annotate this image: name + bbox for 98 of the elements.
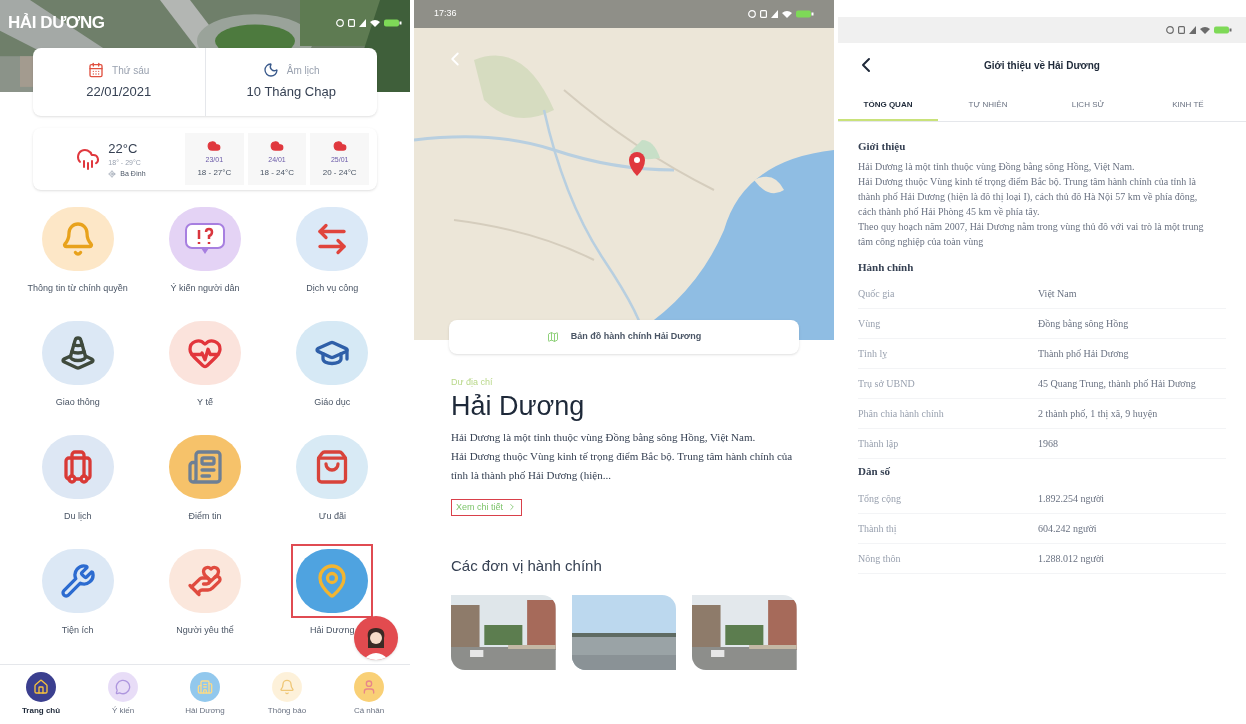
- signal-icon: [771, 10, 778, 18]
- service-label: Hải Dương: [309, 624, 356, 636]
- battery-icon: [1214, 26, 1232, 34]
- service-label: Du lịch: [62, 510, 93, 522]
- service-label: Giao thông: [54, 396, 101, 408]
- service-tile[interactable]: Hải Dương: [268, 544, 396, 644]
- tab[interactable]: TỰ NHIÊN: [938, 91, 1038, 121]
- home-icon: [33, 679, 49, 695]
- logo: HẢI DƯƠNG: [8, 12, 105, 34]
- page-title: Giới thiệu về Hải Dương: [983, 58, 1101, 73]
- battery-icon: [384, 18, 402, 27]
- wifi-icon: [1200, 26, 1210, 34]
- nav-tab[interactable]: Thông báo: [252, 672, 322, 717]
- status-time: 17:36: [434, 7, 457, 21]
- section-heading: Dân số: [858, 464, 892, 479]
- row-value: 1.892.254 người: [1038, 491, 1105, 505]
- nav-tab[interactable]: Hải Dương: [170, 672, 240, 717]
- nav-tab[interactable]: Trang chủ: [6, 672, 76, 717]
- date: 22/01/2021: [86, 83, 152, 102]
- service-tile[interactable]: Giáo dục: [268, 316, 396, 416]
- moon-icon: [262, 62, 279, 79]
- lunar-label: Âm lịch: [286, 63, 320, 78]
- service-label: Giáo dục: [313, 396, 352, 408]
- tab[interactable]: TỔNG QUAN: [838, 91, 938, 121]
- service-tile[interactable]: Dịch vụ công: [268, 202, 396, 302]
- wifi-icon: [370, 18, 380, 27]
- service-tile[interactable]: Điểm tin: [141, 430, 269, 530]
- calendar-icon: [88, 62, 105, 79]
- rain-cloud-icon: [76, 147, 101, 171]
- row-value: Đồng bằng sông Hồng: [1038, 317, 1130, 330]
- service-label: Dịch vụ công: [305, 282, 360, 294]
- speech-bubble-icon: [185, 223, 225, 255]
- section-title: Các đơn vị hành chính: [451, 555, 603, 576]
- row-label: Tổng cộng: [858, 491, 903, 505]
- cloud-icon: [270, 138, 284, 153]
- service-tile[interactable]: Du lịch: [14, 430, 142, 530]
- cloud-icon: [332, 138, 347, 153]
- row-label: Nông thôn: [858, 551, 902, 565]
- speech-bubble-icon: [115, 679, 131, 695]
- service-tile[interactable]: Thông tin từ chính quyền: [14, 202, 142, 302]
- section-heading: Hành chính: [858, 259, 915, 275]
- user-icon: [361, 679, 377, 695]
- service-tile[interactable]: Tiện ích: [14, 544, 142, 644]
- service-label: Y tế: [196, 396, 214, 408]
- map-button[interactable]: Bản đồ hành chính Hải Dương: [449, 320, 799, 354]
- forecast-range: 18 - 27°C: [197, 167, 232, 180]
- weekday: Thứ sáu: [112, 63, 150, 78]
- hand-heart-icon: [187, 563, 223, 599]
- service-label: Điểm tin: [187, 510, 223, 522]
- row-value: Thành phố Hải Dương: [1038, 347, 1130, 360]
- signal-icon: [1189, 26, 1196, 34]
- row-value: 1.288.012 người: [1038, 551, 1105, 565]
- bell-icon: [279, 679, 295, 695]
- newspaper-icon: [187, 449, 223, 485]
- service-label: Người yêu thể: [175, 624, 235, 636]
- row-value: 604.242 người: [1038, 521, 1098, 535]
- service-label: Ưu đãi: [317, 510, 347, 522]
- service-tile[interactable]: Giao thông: [14, 316, 142, 416]
- row-label: Tỉnh lỵ: [858, 347, 889, 360]
- row-label: Thành thị: [858, 521, 898, 535]
- place-title: Hải Dương: [451, 389, 586, 422]
- service-label: Ý kiến người dân: [169, 282, 241, 294]
- service-tile[interactable]: Ưu đãi: [268, 430, 396, 530]
- assistant-avatar[interactable]: [354, 616, 398, 660]
- forecast-range: 20 - 24°C: [322, 167, 357, 180]
- signal-icon: [359, 18, 366, 27]
- intro-text: Hải Dương là một tỉnh thuộc vùng Đồng bằng sông Hồng, Việt Nam. Hải Dương thuộc Vùng kinh tế trọng điểm Bắc bộ. Trung tâm hành chính của tỉnh là thành phố Hải Dương (hiện...: [451, 429, 794, 483]
- lunar-date: 10 Tháng Chạp: [246, 83, 336, 102]
- service-label: Thông tin từ chính quyền: [26, 282, 129, 294]
- tab[interactable]: KINH TẾ: [1138, 91, 1238, 121]
- row-label: Thành lập: [858, 437, 900, 450]
- service-tile[interactable]: Y tế: [141, 316, 269, 416]
- battery-icon: [796, 10, 814, 18]
- row-label: Trụ sở UBND: [858, 377, 916, 390]
- service-tile[interactable]: Ý kiến người dân: [141, 202, 269, 302]
- nav-tab[interactable]: Cá nhân: [334, 672, 404, 717]
- row-value: 2 thành phố, 1 thị xã, 9 huyện: [1038, 407, 1159, 420]
- temperature: 22°C: [108, 139, 139, 158]
- nav-tab[interactable]: Ý kiến: [88, 672, 158, 717]
- cloud-icon: [207, 138, 222, 153]
- row-label: Vùng: [858, 317, 882, 330]
- row-label: Phân chia hành chính: [858, 407, 945, 420]
- service-label: Tiện ích: [60, 624, 95, 636]
- intro-text: Hải Dương là một tỉnh thuộc vùng Đồng bằng sông Hồng, Việt Nam. Hải Dương thuộc Vùng kinh tế trọng điểm Bắc bộ. Trung tâm hành chính của tỉnh là thành phố Hải Dương (hiện là đô thị loại I), cách thủ đô Hà Nội 57 km về phía đông, cách thành phố Hải Phòng 45 km về phía tây. Theo quy hoạch năm 2007, Hải Dương nằm trong vùng thủ đô với vai trò là một trung tâm công nghiệp của toàn vùng: [858, 159, 1205, 249]
- tools-icon: [59, 563, 96, 599]
- wifi-icon: [782, 10, 792, 18]
- eyebrow: Dư địa chí: [451, 376, 494, 389]
- tab[interactable]: LỊCH SỬ: [1038, 91, 1138, 121]
- location-icon: [108, 170, 117, 178]
- row-value: 45 Quang Trung, thành phố Hải Dương: [1038, 377, 1197, 390]
- building-icon: [197, 679, 213, 695]
- row-value: 1968: [1038, 437, 1059, 450]
- row-value: Việt Nam: [1038, 287, 1078, 300]
- section-heading: Giới thiệu: [858, 139, 907, 154]
- service-tile[interactable]: Người yêu thể: [141, 544, 269, 644]
- forecast-range: 18 - 24°C: [260, 167, 294, 180]
- map-icon: [546, 331, 559, 343]
- row-label: Quốc gia: [858, 287, 896, 300]
